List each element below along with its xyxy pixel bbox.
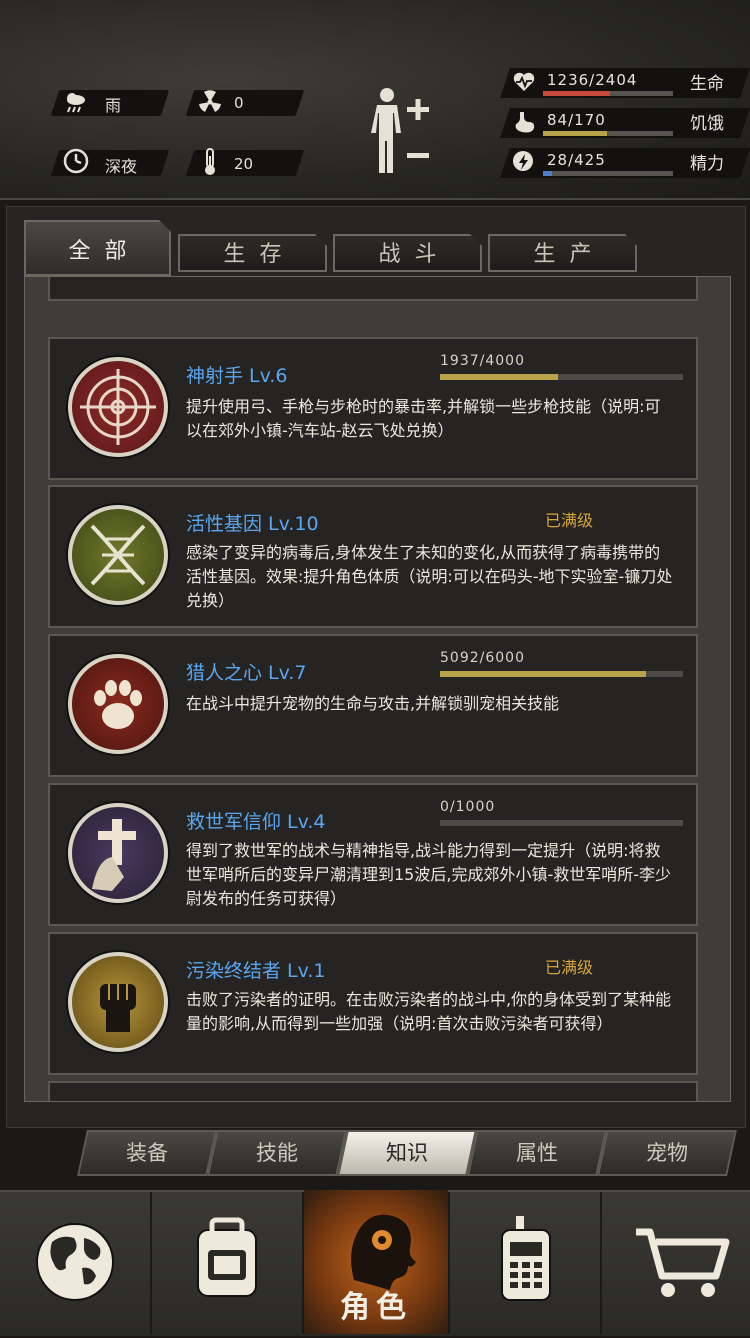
dna-icon [68,505,168,605]
skill-description: 在战斗中提升宠物的生命与攻击,并解锁驯宠相关技能 [186,694,560,713]
rain-cloud-icon [63,90,89,116]
hunger-label: 饥饿 [690,114,724,134]
nav-character-label: 角色 [340,1290,412,1325]
skill-name: 污染终结者 Lv.1 [186,960,326,982]
nav-map-button[interactable] [0,1190,150,1334]
shopping-cart-icon [636,1228,730,1297]
heart-icon [512,70,536,94]
thermometer-icon [203,148,217,176]
time-of-day-text: 深夜 [105,157,138,176]
nav-radio-button[interactable] [450,1190,600,1334]
health-label: 生命 [690,74,724,94]
skill-name: 活性基因 Lv.10 [186,513,319,535]
skill-card[interactable]: 救世军信仰 Lv.4 0/1000 得到了救世军的战术与精神指导,战斗能力得到一… [48,783,698,926]
hunger-bar [543,131,673,136]
character-body-button[interactable] [362,85,442,180]
skill-progress-text: 0/1000 [440,799,496,815]
skill-progress-text: 5092/6000 [440,650,525,666]
skill-card-partial [48,1081,698,1101]
temperature-value: 20 [234,155,254,173]
skill-card[interactable]: 活性基因 Lv.10 已满级 感染了变异的病毒后,身体发生了未知的变化,从而获得… [48,485,698,628]
fist-icon [68,952,168,1052]
cross-prayer-icon [68,803,168,903]
subtab-attributes[interactable]: 属性 [467,1130,607,1176]
max-level-badge: 已满级 [545,958,594,977]
walkie-talkie-icon [501,1216,551,1301]
paw-icon [68,654,168,754]
energy-value: 28/425 [547,151,606,169]
body-figure-icon [371,88,429,173]
health-bar [543,91,673,96]
skill-name: 神射手 Lv.6 [186,365,288,387]
skill-card[interactable]: 污染终结者 Lv.1 已满级 击败了污染者的证明。在击败污染者的战斗中,你的身体… [48,932,698,1075]
radiation-icon [198,90,222,114]
skill-description: 感染了变异的病毒后,身体发生了未知的变化,从而获得了病毒携带的活性基因。效果:提… [186,543,673,610]
subtab-equipment[interactable]: 装备 [77,1130,217,1176]
skill-progress-bar [440,374,683,380]
tab-all[interactable]: 全部 [24,220,171,276]
skill-name: 救世军信仰 Lv.4 [186,811,326,833]
skill-card-partial [48,277,698,301]
hunger-value: 84/170 [547,111,606,129]
clock-icon [63,148,89,174]
energy-label: 精力 [690,154,724,174]
crosshair-icon [68,357,168,457]
nav-character-button[interactable]: 角色 [304,1190,448,1334]
health-value: 1236/2404 [547,71,638,89]
skill-name: 猎人之心 Lv.7 [186,662,307,684]
stomach-icon [512,110,536,134]
skill-description: 得到了救世军的战术与精神指导,战斗能力得到一定提升（说明:将救世军哨所后的变异尸… [186,841,671,908]
subtab-skills[interactable]: 技能 [207,1130,347,1176]
energy-bar [543,171,673,176]
subtab-knowledge[interactable]: 知识 [337,1130,477,1176]
tab-production[interactable]: 生产 [488,234,637,272]
skill-list[interactable]: 神射手 Lv.6 1937/4000 提升使用弓、手枪与步枪时的暴击率,并解锁一… [24,276,731,1102]
skill-card[interactable]: 猎人之心 Lv.7 5092/6000 在战斗中提升宠物的生命与攻击,并解锁驯宠… [48,634,698,777]
energy-icon [512,150,536,174]
backpack-icon [197,1217,257,1297]
skill-progress-bar [440,820,683,826]
tab-survival[interactable]: 生存 [178,234,327,272]
weather-text: 雨 [105,96,122,115]
skill-card[interactable]: 神射手 Lv.6 1937/4000 提升使用弓、手枪与步枪时的暴击率,并解锁一… [48,337,698,480]
nav-backpack-button[interactable] [152,1190,302,1334]
tab-combat[interactable]: 战斗 [333,234,482,272]
subtab-pets[interactable]: 宠物 [597,1130,737,1176]
max-level-badge: 已满级 [545,511,594,530]
skill-progress-bar [440,671,683,677]
nav-shop-button[interactable] [602,1190,750,1334]
globe-icon [36,1223,114,1301]
skill-description: 击败了污染者的证明。在击败污染者的战斗中,你的身体受到了某种能量的影响,从而得到… [186,990,672,1033]
radiation-value: 0 [234,94,244,112]
skill-description: 提升使用弓、手枪与步枪时的暴击率,并解锁一些步枪技能（说明:可以在郊外小镇-汽车… [186,397,661,440]
skill-progress-text: 1937/4000 [440,353,525,369]
